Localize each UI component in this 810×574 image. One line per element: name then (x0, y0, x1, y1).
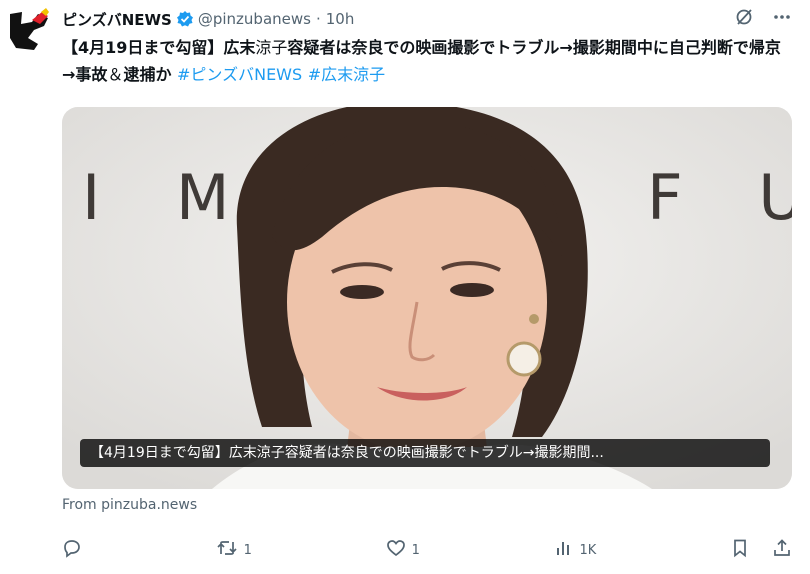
share-icon[interactable] (772, 538, 792, 562)
verified-badge-icon (176, 10, 194, 28)
retweet-count: 1 (243, 542, 252, 558)
tweet-header: ピンズバNEWS @pinzubanews · 10h (62, 8, 792, 30)
reply-button[interactable] (62, 538, 82, 562)
like-button[interactable]: 1 (386, 538, 420, 562)
bookmark-icon[interactable] (730, 538, 750, 562)
reply-icon (62, 538, 82, 562)
retweet-button[interactable]: 1 (216, 538, 252, 562)
backdrop-text-left: I M (82, 161, 258, 234)
card-source-link[interactable]: From pinzuba.news (62, 497, 197, 513)
card-caption: 【4月19日まで勾留】広末涼子容疑者は奈良での映画撮影でトラブル→撮影期間... (80, 439, 770, 467)
views-button[interactable]: 1K (554, 538, 597, 562)
tweet-text-part: ＆ (107, 65, 124, 84)
card-photo: I M F U (62, 107, 792, 489)
author-name[interactable]: ピンズバNEWS (62, 9, 172, 30)
link-card[interactable]: I M F U 【4月19日まで勾留】広末涼子容疑者は奈良での映画撮影でトラブル… (62, 107, 792, 489)
tweet-text-part: 【4月19日まで勾留】広末 (62, 38, 256, 57)
grok-icon[interactable] (734, 7, 754, 31)
tweet-text-part: 涼子 (255, 38, 288, 57)
heart-icon (386, 538, 406, 562)
hashtag-link[interactable]: #ピンズバNEWS (177, 65, 302, 84)
more-options-icon[interactable] (772, 7, 792, 31)
hashtag-link[interactable]: #広末涼子 (308, 65, 385, 84)
header-separator: · (315, 10, 321, 28)
avatar[interactable] (8, 8, 50, 50)
tweet-text-part: 逮捕か (123, 65, 178, 84)
like-count: 1 (411, 542, 420, 558)
tweet-text: 【4月19日まで勾留】広末涼子容疑者は奈良での映画撮影でトラブル→撮影期間中に自… (62, 34, 792, 88)
author-handle[interactable]: @pinzubanews (198, 10, 311, 28)
analytics-icon (554, 538, 574, 562)
views-count: 1K (579, 542, 597, 558)
tweet-time[interactable]: 10h (326, 10, 355, 28)
retweet-icon (216, 538, 238, 562)
backdrop-text-right: F U (647, 161, 792, 234)
action-bar: 1 1 1K (62, 536, 792, 564)
